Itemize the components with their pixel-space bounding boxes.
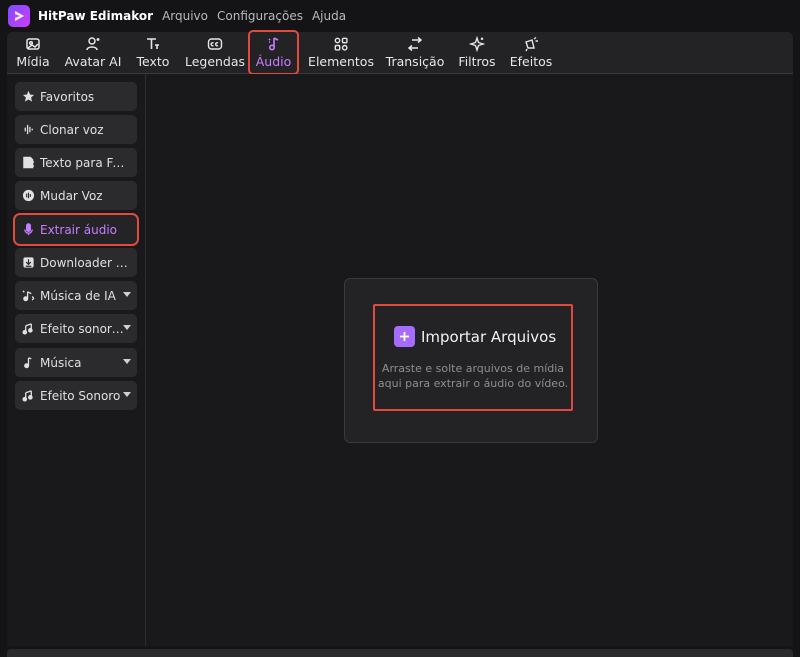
effects-icon [522, 36, 540, 52]
import-card[interactable]: Importar Arquivos Arraste e solte arquiv… [344, 278, 598, 443]
waveform-icon [21, 123, 35, 137]
elements-icon [332, 36, 350, 52]
app-name: HitPaw Edimakor [38, 9, 154, 23]
media-icon [24, 36, 42, 52]
tab-transicao[interactable]: Transição [386, 32, 444, 73]
chevron-down-icon [123, 392, 131, 397]
sidebar-item-efeito-sonoro-ia[interactable]: Efeito sonoro... [15, 314, 137, 343]
tab-avatar-ai[interactable]: Avatar AI [65, 32, 121, 73]
text-to-speech-icon [21, 156, 35, 170]
audio-category-sidebar: Favoritos Clonar voz Texto para Fala Mud… [7, 74, 146, 646]
voice-change-icon [21, 189, 35, 203]
sidebar-item-texto-para-fala[interactable]: Texto para Fala [15, 148, 137, 177]
ai-music-icon [21, 289, 35, 303]
sound-effect-ai-icon [21, 322, 35, 336]
sidebar-item-clonar-voz[interactable]: Clonar voz [15, 115, 137, 144]
app-logo-icon [8, 5, 30, 27]
import-drop-zone[interactable]: Importar Arquivos Arraste e solte arquiv… [373, 304, 573, 411]
chevron-down-icon [123, 325, 131, 330]
filters-icon [468, 36, 486, 52]
tab-efeitos[interactable]: Efeitos [510, 32, 552, 73]
text-icon [144, 36, 162, 52]
tab-elementos[interactable]: Elementos [308, 32, 374, 73]
menu-arquivo[interactable]: Arquivo [162, 9, 208, 23]
import-files-label: Importar Arquivos [421, 327, 557, 346]
main-toolbar: Mídia Avatar AI Texto Legendas Áudio Ele… [7, 30, 793, 75]
sidebar-item-musica-de-ia[interactable]: Música de IA [15, 281, 137, 310]
star-icon [21, 90, 35, 104]
menu-ajuda[interactable]: Ajuda [312, 9, 346, 23]
avatar-icon [84, 36, 102, 52]
tab-filtros[interactable]: Filtros [458, 32, 496, 73]
sidebar-item-extrair-audio[interactable]: Extrair áudio [13, 213, 139, 246]
sidebar-item-mudar-voz[interactable]: Mudar Voz [15, 181, 137, 210]
plus-icon [394, 326, 415, 347]
sidebar-item-efeito-sonoro[interactable]: Efeito Sonoro [15, 381, 137, 410]
chevron-down-icon [123, 292, 131, 297]
media-drop-area: Importar Arquivos Arraste e solte arquiv… [146, 74, 793, 646]
tab-audio[interactable]: Áudio [248, 30, 299, 75]
import-hint-text: Arraste e solte arquivos de mídia aqui p… [377, 362, 569, 390]
title-bar: HitPaw Edimakor Arquivo Configurações Aj… [0, 0, 800, 32]
music-note-icon [21, 356, 35, 370]
transition-icon [406, 36, 424, 52]
import-files-button[interactable]: Importar Arquivos [394, 326, 556, 347]
chevron-down-icon [123, 359, 131, 364]
sound-effect-icon [21, 389, 35, 403]
audio-icon [265, 36, 283, 52]
sidebar-item-favoritos[interactable]: Favoritos [15, 82, 137, 111]
captions-icon [206, 36, 224, 52]
sidebar-item-downloader[interactable]: Downloader de... [15, 248, 137, 277]
download-icon [21, 256, 35, 270]
microphone-icon [21, 223, 35, 237]
tab-texto[interactable]: Texto [135, 32, 171, 73]
tab-legendas[interactable]: Legendas [185, 32, 245, 73]
timeline-strip [7, 649, 793, 657]
menu-configuracoes[interactable]: Configurações [217, 9, 303, 23]
sidebar-item-musica[interactable]: Música [15, 348, 137, 377]
tab-midia[interactable]: Mídia [16, 32, 50, 73]
